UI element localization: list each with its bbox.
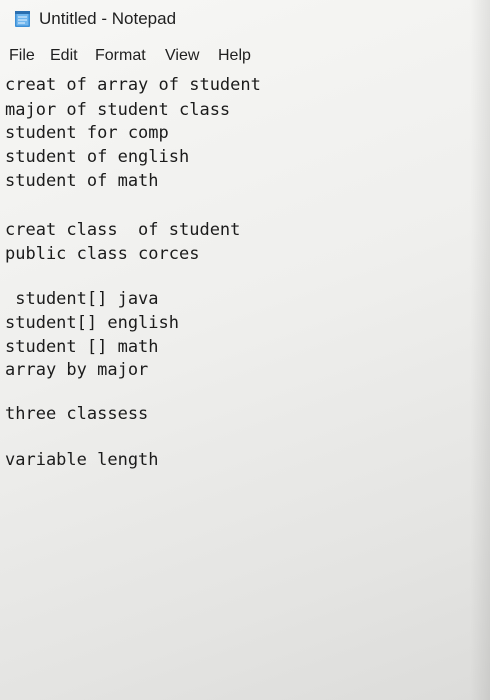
title-bar[interactable]: Untitled - Notepad — [0, 0, 490, 40]
editor-line: array by major — [5, 360, 149, 380]
editor-line: student [] math — [5, 337, 159, 357]
notepad-icon — [15, 11, 30, 27]
notepad-window: Untitled - Notepad File Edit Format View… — [0, 0, 490, 700]
editor-line: creat of array of student — [5, 75, 261, 95]
editor-line: student[] java — [5, 289, 159, 309]
editor-line: student for comp — [5, 123, 169, 143]
menu-format[interactable]: Format — [95, 47, 146, 65]
menu-bar: File Edit Format View Help — [0, 44, 490, 70]
menu-edit[interactable]: Edit — [50, 47, 78, 65]
editor-line: public class corces — [5, 244, 200, 264]
menu-help[interactable]: Help — [218, 47, 251, 65]
editor-line: student[] english — [5, 313, 179, 333]
text-editor-area[interactable]: creat of array of student major of stude… — [0, 70, 490, 700]
editor-line: variable length — [5, 450, 159, 470]
editor-line: major of student class — [5, 100, 231, 120]
editor-line: creat class of student — [5, 220, 241, 240]
menu-file[interactable]: File — [9, 47, 35, 65]
menu-view[interactable]: View — [165, 47, 199, 65]
editor-line: student of english — [5, 147, 190, 167]
window-title: Untitled - Notepad — [39, 9, 177, 28]
editor-line: student of math — [5, 171, 159, 191]
editor-line: three classess — [5, 404, 149, 424]
